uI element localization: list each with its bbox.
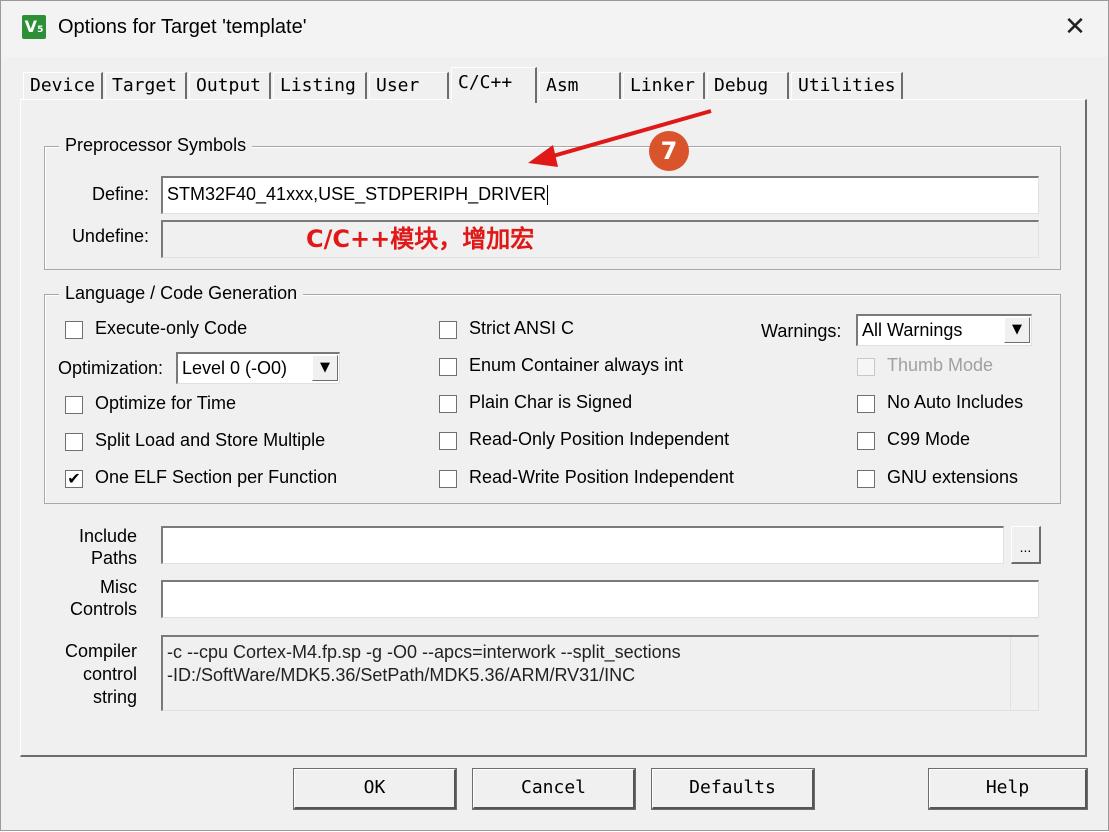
compiler-label-line-3: string: [92, 687, 137, 707]
misc-label-line-1: Misc: [100, 577, 137, 597]
misc-controls-label: Misc Controls: [51, 576, 137, 620]
split-load-checkbox[interactable]: Split Load and Store Multiple: [65, 430, 395, 454]
optimization-label: Optimization:: [58, 358, 164, 378]
execute-only-box[interactable]: [65, 321, 83, 339]
no-auto-includes-label: No Auto Includes: [887, 392, 1024, 412]
options-dialog: V5 Options for Target 'template' ✕ Devic…: [0, 0, 1109, 831]
tab-linker[interactable]: Linker: [623, 72, 705, 100]
gnu-extensions-label: GNU extensions: [887, 467, 1019, 487]
include-paths-label: Include Paths: [51, 525, 137, 569]
c99-mode-label: C99 Mode: [887, 429, 971, 449]
rw-position-checkbox[interactable]: Read-Write Position Independent: [439, 467, 769, 491]
include-label-line-1: Include: [78, 526, 137, 546]
strict-ansi-box[interactable]: [439, 321, 457, 339]
ro-position-box[interactable]: [439, 432, 457, 450]
one-elf-label: One ELF Section per Function: [95, 467, 338, 487]
gnu-extensions-box[interactable]: [857, 470, 875, 488]
preprocessor-title: Preprocessor Symbols: [59, 135, 253, 156]
define-value: STM32F40_41xxx,USE_STDPERIPH_DRIVER: [167, 184, 547, 204]
compiler-control-string[interactable]: -c --cpu Cortex-M4.fp.sp -g -O0 --apcs=i…: [161, 635, 1039, 711]
enum-container-label: Enum Container always int: [469, 355, 684, 375]
one-elf-checkbox[interactable]: ✔ One ELF Section per Function: [65, 467, 395, 491]
plain-char-label: Plain Char is Signed: [469, 392, 633, 412]
strict-ansi-label: Strict ANSI C: [469, 318, 575, 338]
undefine-label: Undefine:: [71, 226, 149, 246]
tab-listing[interactable]: Listing: [273, 72, 367, 100]
gnu-extensions-checkbox[interactable]: GNU extensions: [857, 467, 1057, 491]
text-caret: [547, 185, 549, 206]
c99-mode-checkbox[interactable]: C99 Mode: [857, 429, 1057, 453]
warnings-select[interactable]: All Warnings ▼: [856, 314, 1032, 346]
close-button[interactable]: ✕: [1060, 13, 1090, 43]
chevron-down-icon[interactable]: ▼: [1004, 317, 1030, 343]
misc-controls-input[interactable]: [161, 580, 1039, 618]
c99-mode-box[interactable]: [857, 432, 875, 450]
tab-debug[interactable]: Debug: [707, 72, 789, 100]
split-load-label: Split Load and Store Multiple: [95, 430, 326, 450]
tab-device[interactable]: Device: [23, 72, 103, 100]
optimize-time-checkbox[interactable]: Optimize for Time: [65, 393, 365, 417]
help-button[interactable]: Help: [928, 768, 1088, 810]
include-paths-input[interactable]: [161, 526, 1004, 564]
tab-user[interactable]: User: [369, 72, 449, 100]
split-load-box[interactable]: [65, 433, 83, 451]
optimize-time-box[interactable]: [65, 396, 83, 414]
plain-char-checkbox[interactable]: Plain Char is Signed: [439, 392, 739, 416]
title-bar: V5 Options for Target 'template' ✕: [1, 1, 1108, 57]
compiler-control-label: Compiler control string: [41, 640, 137, 709]
enum-container-box[interactable]: [439, 358, 457, 376]
language-title: Language / Code Generation: [59, 283, 304, 304]
warnings-value: All Warnings: [862, 320, 963, 340]
compiler-line-1: -c --cpu Cortex-M4.fp.sp -g -O0 --apcs=i…: [167, 642, 681, 662]
execute-only-checkbox[interactable]: Execute-only Code: [65, 318, 365, 342]
thumb-mode-label: Thumb Mode: [887, 355, 994, 375]
compiler-scrollbar[interactable]: [1010, 637, 1038, 710]
tab-output[interactable]: Output: [189, 72, 271, 100]
defaults-button[interactable]: Defaults: [651, 768, 815, 810]
chevron-down-icon[interactable]: ▼: [312, 355, 338, 381]
tab-target[interactable]: Target: [105, 72, 187, 100]
thumb-mode-box: [857, 358, 875, 376]
compiler-label-line-1: Compiler: [64, 641, 137, 661]
optimization-select[interactable]: Level 0 (-O0) ▼: [176, 352, 340, 384]
tab-asm[interactable]: Asm: [539, 72, 621, 100]
optimization-value: Level 0 (-O0): [182, 358, 288, 378]
thumb-mode-checkbox: Thumb Mode: [857, 355, 1057, 379]
c-cpp-panel: Preprocessor Symbols Define: STM32F40_41…: [20, 99, 1087, 757]
enum-container-checkbox[interactable]: Enum Container always int: [439, 355, 739, 379]
browse-include-button[interactable]: ...: [1011, 526, 1041, 564]
warnings-label: Warnings:: [761, 321, 842, 341]
rw-position-box[interactable]: [439, 470, 457, 488]
compiler-line-2: -ID:/SoftWare/MDK5.36/SetPath/MDK5.36/AR…: [167, 665, 636, 685]
ro-position-label: Read-Only Position Independent: [469, 429, 730, 449]
cancel-button[interactable]: Cancel: [472, 768, 636, 810]
rw-position-label: Read-Write Position Independent: [469, 467, 734, 487]
define-input[interactable]: STM32F40_41xxx,USE_STDPERIPH_DRIVER: [161, 176, 1039, 214]
optimize-time-label: Optimize for Time: [95, 393, 237, 413]
ok-button[interactable]: OK: [293, 768, 457, 810]
compiler-label-line-2: control: [82, 664, 137, 684]
one-elf-box[interactable]: ✔: [65, 470, 83, 488]
annotation-text: C/C++模块，增加宏: [306, 225, 535, 253]
ro-position-checkbox[interactable]: Read-Only Position Independent: [439, 429, 769, 453]
keil-uvision-icon: V5: [22, 15, 46, 39]
tab-c-cpp[interactable]: C/C++: [451, 67, 537, 103]
define-label: Define:: [91, 184, 149, 204]
step-number-badge: 7: [649, 131, 689, 171]
strict-ansi-checkbox[interactable]: Strict ANSI C: [439, 318, 739, 342]
no-auto-includes-box[interactable]: [857, 395, 875, 413]
execute-only-label: Execute-only Code: [95, 318, 248, 338]
plain-char-box[interactable]: [439, 395, 457, 413]
window-title: Options for Target 'template': [58, 16, 307, 38]
tab-utilities[interactable]: Utilities: [791, 72, 903, 100]
undefine-input[interactable]: [161, 220, 1039, 258]
no-auto-includes-checkbox[interactable]: No Auto Includes: [857, 392, 1057, 416]
include-label-line-2: Paths: [90, 548, 137, 568]
misc-label-line-2: Controls: [69, 599, 137, 619]
